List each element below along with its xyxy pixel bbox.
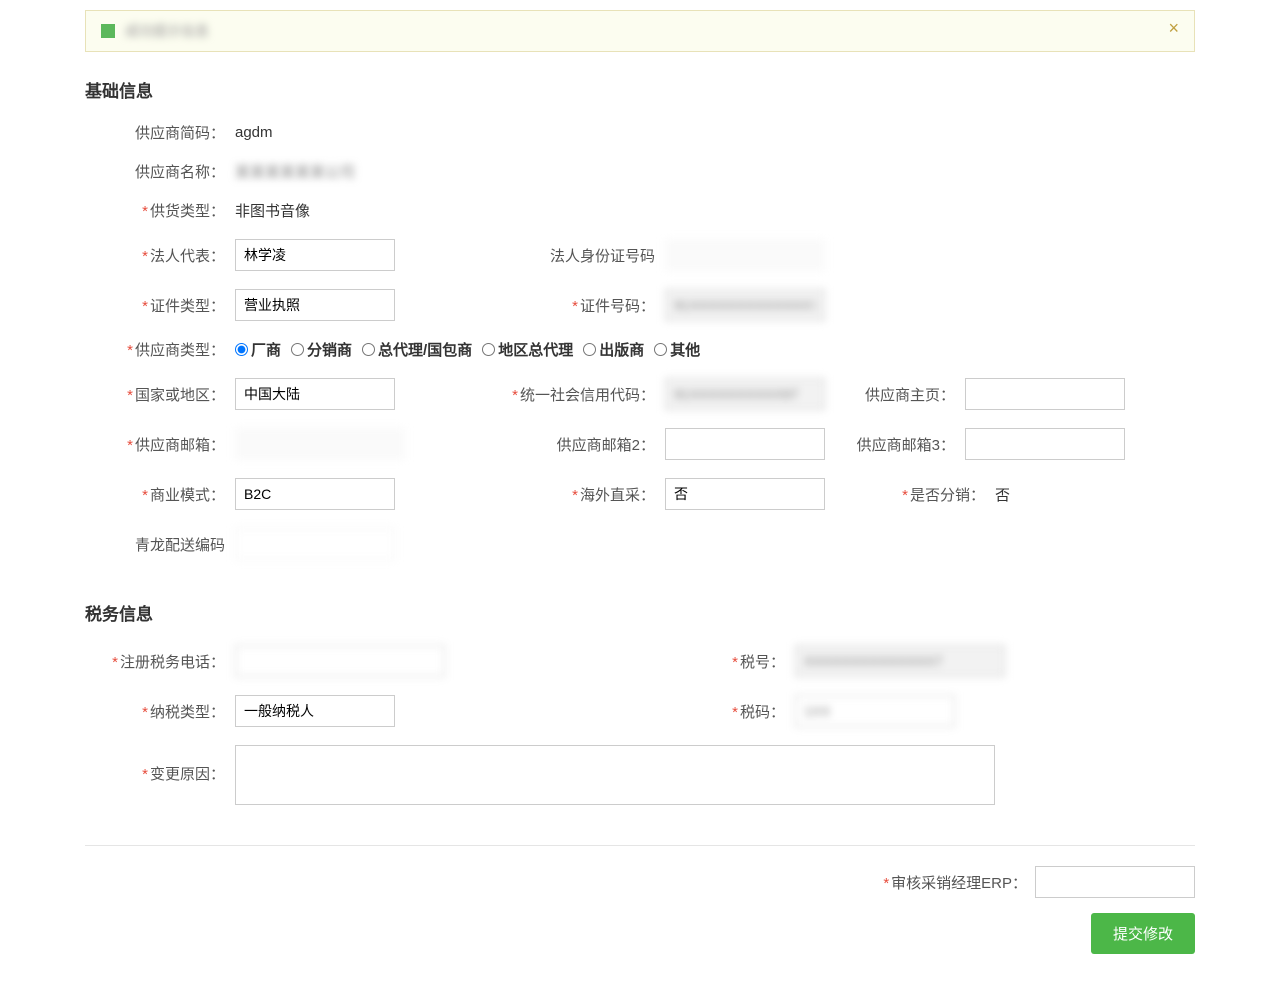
biz-model-label: 商业模式： [85, 484, 235, 505]
audit-erp-label: 审核采销经理ERP： [883, 872, 1035, 893]
tax-no-input[interactable] [795, 645, 1005, 677]
radio-other-label: 其他 [670, 339, 700, 360]
legal-rep-label: 法人代表： [85, 245, 235, 266]
qinglong-label: 青龙配送编码 [85, 534, 235, 555]
footer: 审核采销经理ERP： 提交修改 [85, 845, 1195, 954]
is-dist-value: 否 [995, 484, 1010, 505]
supplier-type-radios: 厂商 分销商 总代理/国包商 地区总代理 [235, 339, 704, 360]
radio-publisher-label: 出版商 [599, 339, 644, 360]
qinglong-input[interactable] [235, 528, 395, 560]
alert-text: 成功提示信息 [125, 21, 209, 41]
email3-label: 供应商邮箱3： [825, 434, 965, 455]
success-icon [101, 24, 115, 38]
email2-input[interactable] [665, 428, 825, 460]
email-input[interactable] [235, 428, 405, 460]
radio-distributor[interactable] [291, 343, 304, 356]
radio-general-agent-label: 总代理/国包商 [378, 339, 472, 360]
legal-id-label: 法人身份证号码 [445, 245, 665, 266]
tax-phone-label: 注册税务电话： [85, 651, 235, 672]
submit-button[interactable]: 提交修改 [1091, 913, 1195, 954]
uscc-input[interactable] [665, 378, 825, 410]
radio-general-agent[interactable] [362, 343, 375, 356]
tax-type-label: 纳税类型： [85, 701, 235, 722]
basic-info-section: 基础信息 供应商简码： agdm 供应商名称： 某某某某某某公司 供货类型： 非… [85, 77, 1195, 560]
supplier-name-label: 供应商名称： [85, 161, 235, 182]
close-icon[interactable]: × [1168, 21, 1179, 35]
radio-regional-agent-label: 地区总代理 [498, 339, 573, 360]
cert-type-label: 证件类型： [85, 295, 235, 316]
email2-label: 供应商邮箱2： [445, 434, 665, 455]
legal-rep-input[interactable] [235, 239, 395, 271]
homepage-label: 供应商主页： [825, 384, 965, 405]
email3-input[interactable] [965, 428, 1125, 460]
radio-manufacturer[interactable] [235, 343, 248, 356]
audit-erp-input[interactable] [1035, 866, 1195, 898]
tax-code-input[interactable] [795, 695, 955, 727]
change-reason-label: 变更原因： [85, 745, 235, 784]
supply-type-value: 非图书音像 [235, 200, 310, 221]
country-input[interactable] [235, 378, 395, 410]
tax-no-label: 税号： [725, 651, 795, 672]
radio-distributor-label: 分销商 [307, 339, 352, 360]
is-dist-label: 是否分销： [825, 484, 995, 505]
radio-regional-agent[interactable] [482, 343, 495, 356]
radio-other[interactable] [654, 343, 667, 356]
supplier-code-label: 供应商简码： [85, 122, 235, 143]
supplier-code-value: agdm [235, 124, 273, 141]
country-label: 国家或地区： [85, 384, 235, 405]
biz-model-input[interactable] [235, 478, 395, 510]
radio-publisher[interactable] [583, 343, 596, 356]
supply-type-label: 供货类型： [85, 200, 235, 221]
cert-no-input[interactable] [665, 289, 825, 321]
legal-id-input[interactable] [665, 239, 825, 271]
alert-banner: 成功提示信息 × [85, 10, 1195, 52]
overseas-input[interactable] [665, 478, 825, 510]
change-reason-textarea[interactable] [235, 745, 995, 805]
tax-type-input[interactable] [235, 695, 395, 727]
uscc-label: 统一社会信用代码： [445, 384, 665, 405]
tax-info-section: 税务信息 注册税务电话： 税号： 纳税类型： 税码： 变更原因： [85, 600, 1195, 805]
tax-code-label: 税码： [725, 701, 795, 722]
email-label: 供应商邮箱： [85, 434, 235, 455]
cert-no-label: 证件号码： [445, 295, 665, 316]
cert-type-input[interactable] [235, 289, 395, 321]
supplier-type-label: 供应商类型： [85, 339, 235, 360]
section-title-basic: 基础信息 [85, 77, 1195, 102]
tax-phone-input[interactable] [235, 645, 445, 677]
section-title-tax: 税务信息 [85, 600, 1195, 625]
homepage-input[interactable] [965, 378, 1125, 410]
overseas-label: 海外直采： [445, 484, 665, 505]
radio-manufacturer-label: 厂商 [251, 339, 281, 360]
supplier-name-value: 某某某某某某公司 [235, 161, 355, 182]
